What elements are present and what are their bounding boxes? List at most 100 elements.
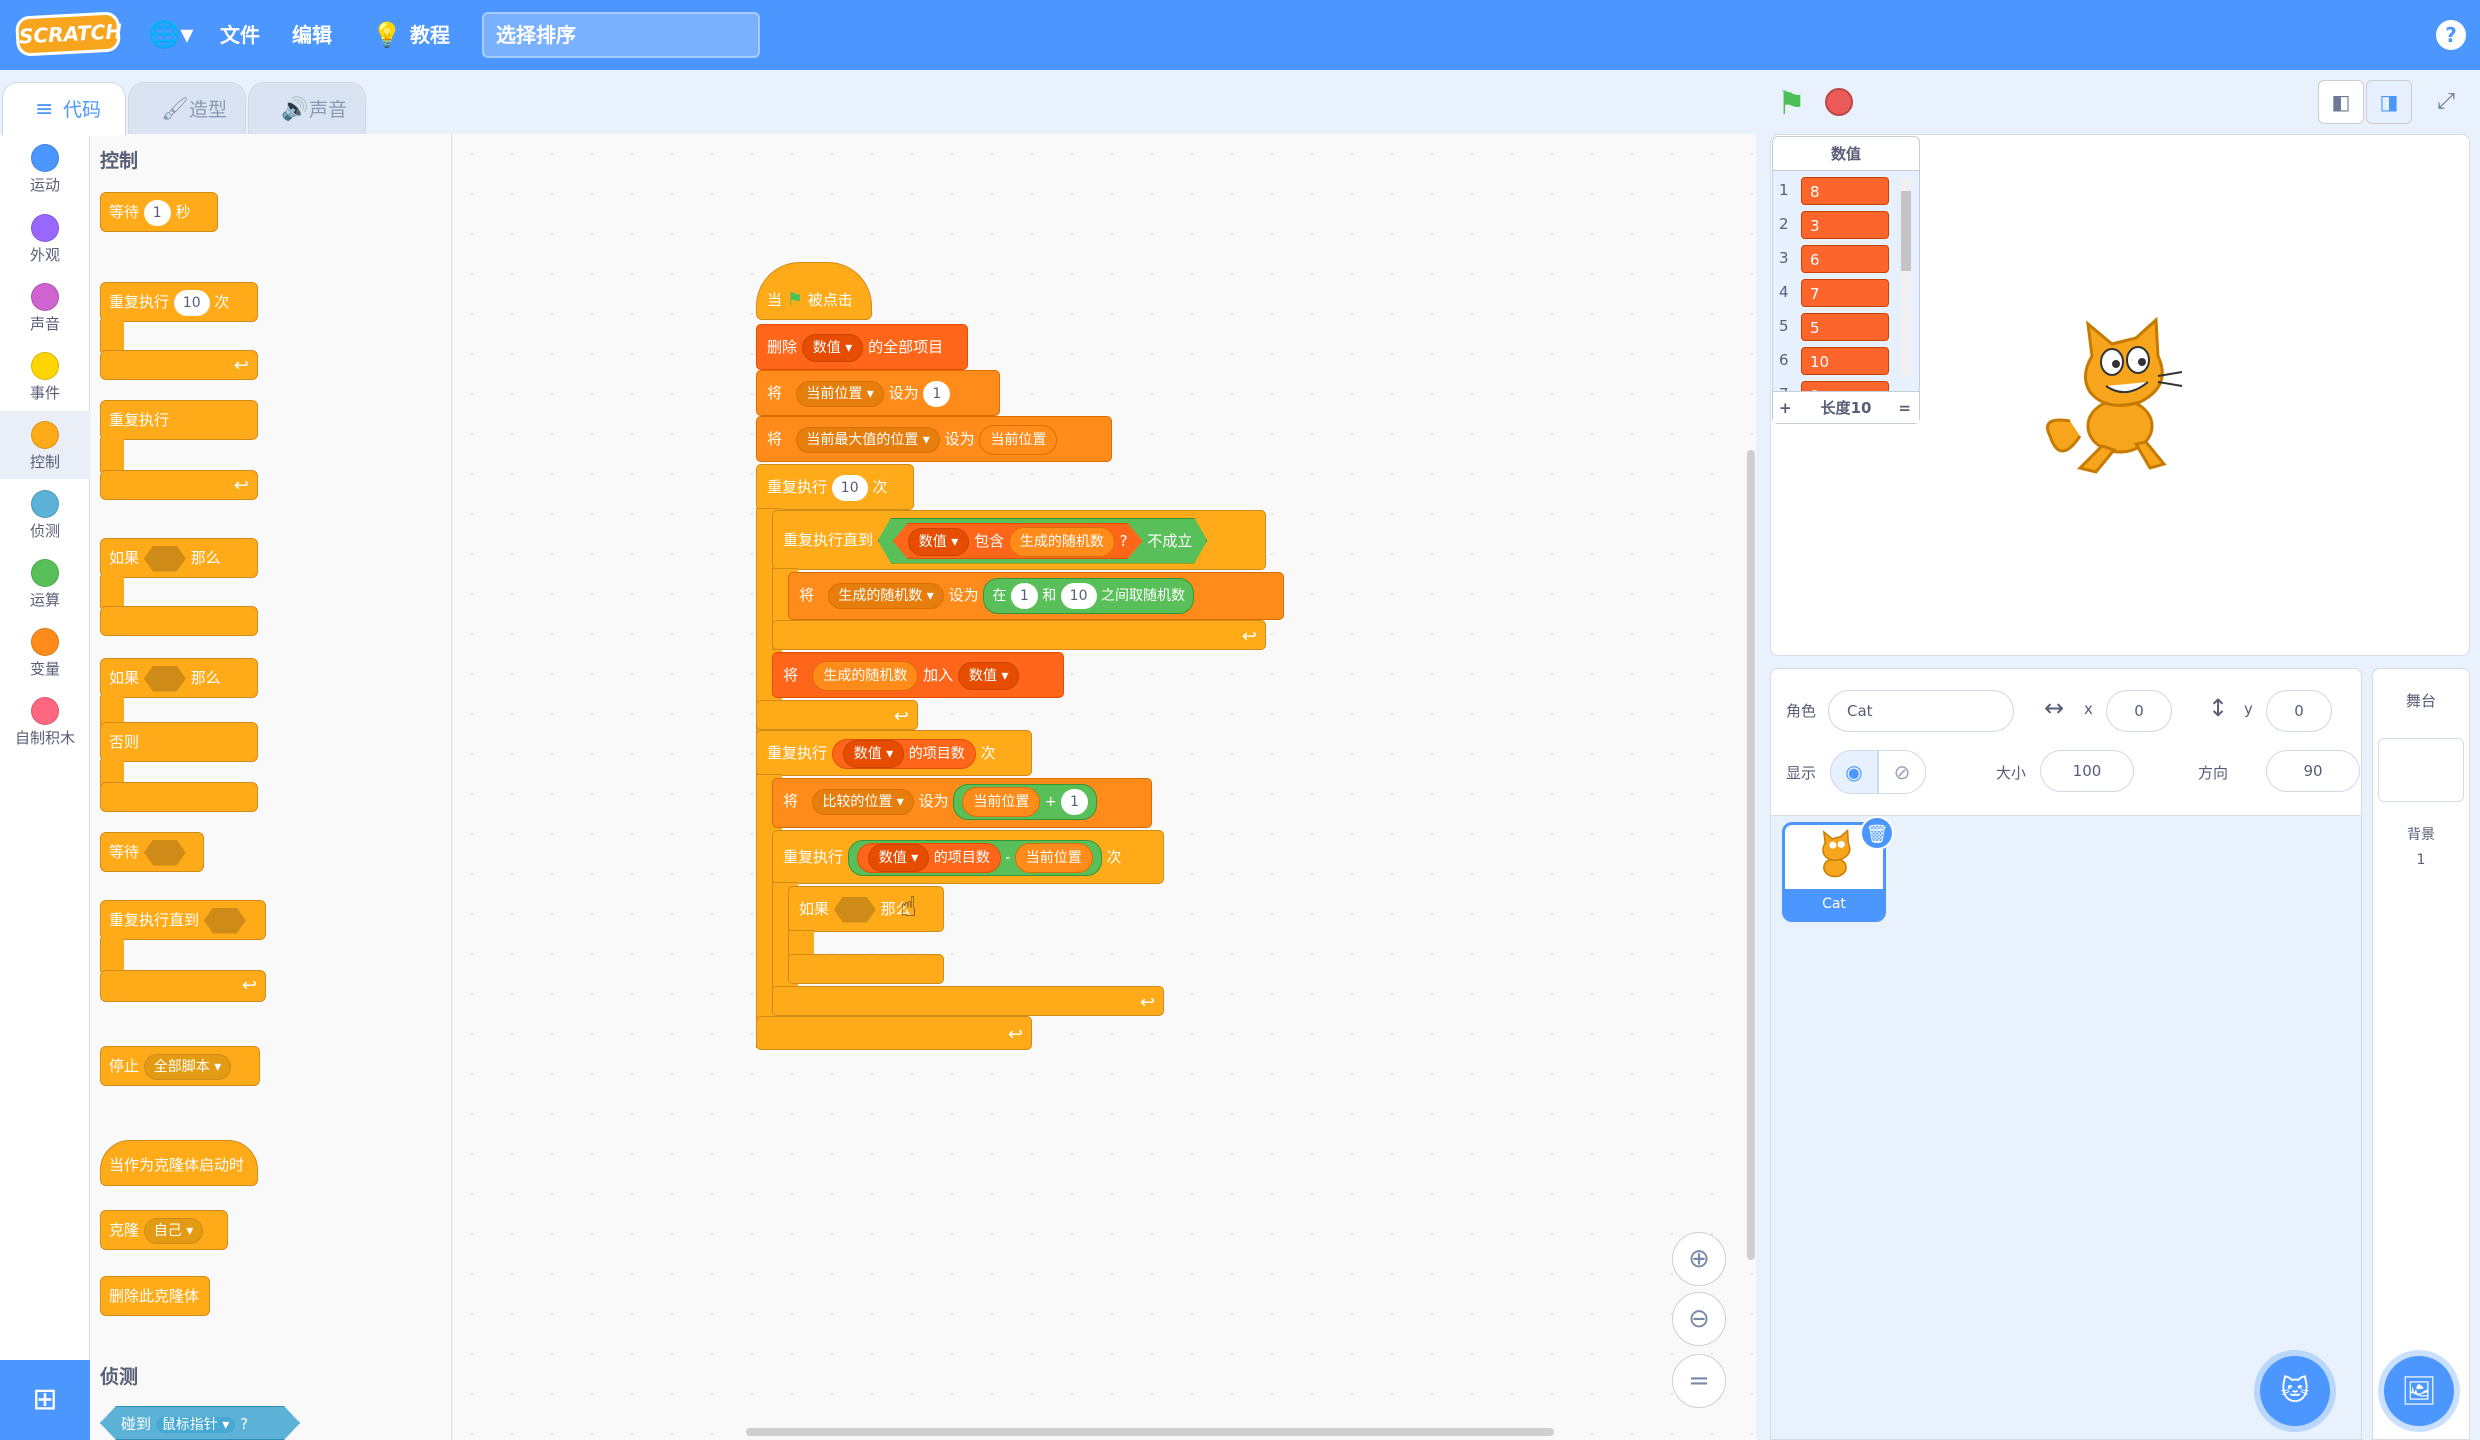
- stop-option-dropdown[interactable]: 全部脚本 ▾: [143, 1053, 232, 1080]
- block-if-then[interactable]: 如果 那么: [788, 886, 944, 932]
- block-delete-all-of-list[interactable]: 删除 数值 ▾ 的全部项目: [756, 324, 968, 370]
- category-motion[interactable]: 运动: [0, 134, 90, 202]
- tab-sounds[interactable]: 🔊 声音: [248, 82, 366, 136]
- direction-input[interactable]: 90: [2266, 750, 2360, 792]
- condition-slot[interactable]: [143, 839, 186, 866]
- show-eye-icon[interactable]: ◉: [1830, 750, 1878, 794]
- category-sensing[interactable]: 侦测: [0, 480, 90, 548]
- stop-icon[interactable]: [1825, 88, 1853, 116]
- variable-dropdown[interactable]: 生成的随机数 ▾: [828, 582, 944, 609]
- fullscreen-icon[interactable]: ⤢: [2424, 80, 2468, 124]
- value-input[interactable]: 1: [923, 380, 951, 407]
- block-wait-until[interactable]: 等待: [100, 832, 204, 872]
- small-stage-icon[interactable]: ◧: [2318, 80, 2364, 124]
- add-operator-reporter[interactable]: 当前位置 + 1: [953, 783, 1097, 820]
- workspace-vertical-scrollbar[interactable]: [1747, 450, 1755, 1260]
- block-set-random[interactable]: 将 生成的随机数 ▾ 设为 在 1 和 10 之间取随机数: [788, 572, 1284, 620]
- block-repeat-n[interactable]: 重复执行 10 次: [100, 282, 258, 322]
- list-monitor[interactable]: 数值 18 23 36 47 55 610 79 + 长度10 =: [1772, 136, 1920, 424]
- category-my-blocks[interactable]: 自制积木: [0, 687, 90, 755]
- block-repeat-10[interactable]: 重复执行 10 次: [756, 464, 914, 510]
- zoom-reset-icon[interactable]: =: [1672, 1354, 1726, 1408]
- list-value[interactable]: 7: [1801, 278, 1889, 307]
- block-set-current-position[interactable]: 将 当前位置 ▾ 设为 1: [756, 370, 1000, 416]
- variable-dropdown[interactable]: 当前位置 ▾: [796, 380, 884, 407]
- current-position-reporter[interactable]: 当前位置: [1014, 842, 1093, 873]
- stage-backdrop-thumbnail[interactable]: [2378, 738, 2464, 802]
- list-value[interactable]: 9: [1801, 380, 1889, 391]
- block-if-then[interactable]: 如果 那么: [100, 538, 258, 578]
- block-if-else[interactable]: 如果 那么: [100, 658, 258, 698]
- normal-stage-icon[interactable]: ◨: [2366, 80, 2412, 124]
- hide-eye-icon[interactable]: ⊘: [1878, 750, 1926, 794]
- wait-input[interactable]: 1: [143, 199, 171, 226]
- block-when-clone-starts[interactable]: 当作为克隆体启动时: [100, 1140, 258, 1186]
- block-repeat-list-length[interactable]: 重复执行 数值 ▾ 的项目数 次: [756, 730, 1032, 776]
- category-operators[interactable]: 运算: [0, 549, 90, 617]
- add-backdrop-icon[interactable]: 🖼: [2384, 1356, 2454, 1426]
- block-set-max-position[interactable]: 将 当前最大值的位置 ▾ 设为 当前位置: [756, 416, 1112, 462]
- menu-file[interactable]: 文件: [220, 0, 260, 70]
- addend-input[interactable]: 1: [1061, 788, 1088, 815]
- workspace-horizontal-scrollbar[interactable]: [746, 1428, 1554, 1436]
- condition-slot[interactable]: [143, 545, 186, 572]
- y-input[interactable]: 0: [2266, 690, 2332, 732]
- not-condition[interactable]: 数值 ▾ 包含 生成的随机数 ? 不成立: [877, 517, 1208, 564]
- resize-handle[interactable]: =: [1898, 392, 1911, 424]
- block-repeat-until[interactable]: 重复执行直到: [100, 900, 266, 940]
- block-set-compare-position[interactable]: 将 比较的位置 ▾ 设为 当前位置 + 1: [772, 778, 1152, 828]
- list-dropdown[interactable]: 数值 ▾: [801, 333, 864, 362]
- list-contains-condition[interactable]: 数值 ▾ 包含 生成的随机数 ?: [892, 523, 1143, 559]
- subtract-operator-reporter[interactable]: 数值 ▾ 的项目数 - 当前位置: [847, 839, 1102, 876]
- block-stop[interactable]: 停止 全部脚本 ▾: [100, 1046, 260, 1086]
- zoom-in-icon[interactable]: ⊕: [1672, 1232, 1726, 1286]
- block-repeat-diff[interactable]: 重复执行 数值 ▾ 的项目数 - 当前位置 次: [772, 830, 1164, 884]
- list-value[interactable]: 3: [1801, 210, 1889, 239]
- add-extension-button[interactable]: ⊞: [0, 1360, 90, 1440]
- menu-tutorials[interactable]: 教程: [410, 0, 450, 70]
- random-from-input[interactable]: 1: [1010, 582, 1038, 609]
- list-scroll-thumb[interactable]: [1901, 191, 1911, 271]
- list-dropdown[interactable]: 数值 ▾: [842, 739, 905, 768]
- variable-dropdown[interactable]: 比较的位置 ▾: [812, 788, 914, 815]
- list-dropdown[interactable]: 数值 ▾: [907, 527, 970, 556]
- current-position-reporter[interactable]: 当前位置: [962, 786, 1041, 817]
- category-control[interactable]: 控制: [0, 411, 90, 479]
- project-title-input[interactable]: 选择排序: [482, 12, 760, 58]
- category-events[interactable]: 事件: [0, 342, 90, 410]
- random-to-input[interactable]: 10: [1060, 582, 1097, 609]
- list-value[interactable]: 6: [1801, 244, 1889, 273]
- repeat-count-input[interactable]: 10: [831, 474, 868, 501]
- add-item-button[interactable]: +: [1779, 392, 1792, 424]
- cat-sprite[interactable]: [2040, 316, 2200, 476]
- add-sprite-cat-icon[interactable]: 🐱: [2260, 1356, 2330, 1426]
- zoom-out-icon[interactable]: ⊖: [1672, 1292, 1726, 1346]
- list-scrollbar[interactable]: [1901, 177, 1911, 377]
- block-touching[interactable]: 碰到 鼠标指针 ▾ ?: [100, 1406, 300, 1440]
- touching-dropdown[interactable]: 鼠标指针 ▾: [155, 1417, 236, 1433]
- delete-sprite-icon[interactable]: 🗑: [1860, 816, 1894, 850]
- block-wait[interactable]: 等待 1 秒: [100, 192, 218, 232]
- size-input[interactable]: 100: [2040, 750, 2134, 792]
- sprite-name-input[interactable]: Cat: [1828, 690, 2014, 732]
- current-position-reporter[interactable]: 当前位置: [979, 424, 1058, 455]
- variable-dropdown[interactable]: 当前最大值的位置 ▾: [796, 426, 940, 453]
- block-add-to-list[interactable]: 将 生成的随机数 加入 数值 ▾: [772, 652, 1064, 698]
- clone-option-dropdown[interactable]: 自己 ▾: [143, 1217, 204, 1244]
- block-repeat-until[interactable]: 重复执行直到 数值 ▾ 包含 生成的随机数 ? 不成立: [772, 510, 1266, 570]
- repeat-count-input[interactable]: 10: [173, 289, 210, 316]
- block-clone[interactable]: 克隆 自己 ▾: [100, 1210, 228, 1250]
- list-length-reporter[interactable]: 数值 ▾ 的项目数: [831, 738, 976, 769]
- category-looks[interactable]: 外观: [0, 204, 90, 272]
- list-length-reporter[interactable]: 数值 ▾ 的项目数: [856, 842, 1001, 873]
- x-input[interactable]: 0: [2106, 690, 2172, 732]
- list-value[interactable]: 8: [1801, 176, 1889, 205]
- random-number-reporter[interactable]: 生成的随机数: [1008, 526, 1115, 557]
- language-globe-icon[interactable]: 🌐▾: [148, 0, 193, 70]
- block-delete-clone[interactable]: 删除此克隆体: [100, 1276, 210, 1316]
- category-sound[interactable]: 声音: [0, 273, 90, 341]
- pick-random-reporter[interactable]: 在 1 和 10 之间取随机数: [983, 577, 1194, 614]
- list-value[interactable]: 10: [1801, 346, 1889, 375]
- list-dropdown[interactable]: 数值 ▾: [957, 661, 1020, 690]
- green-flag-icon[interactable]: ⚑: [1777, 84, 1806, 122]
